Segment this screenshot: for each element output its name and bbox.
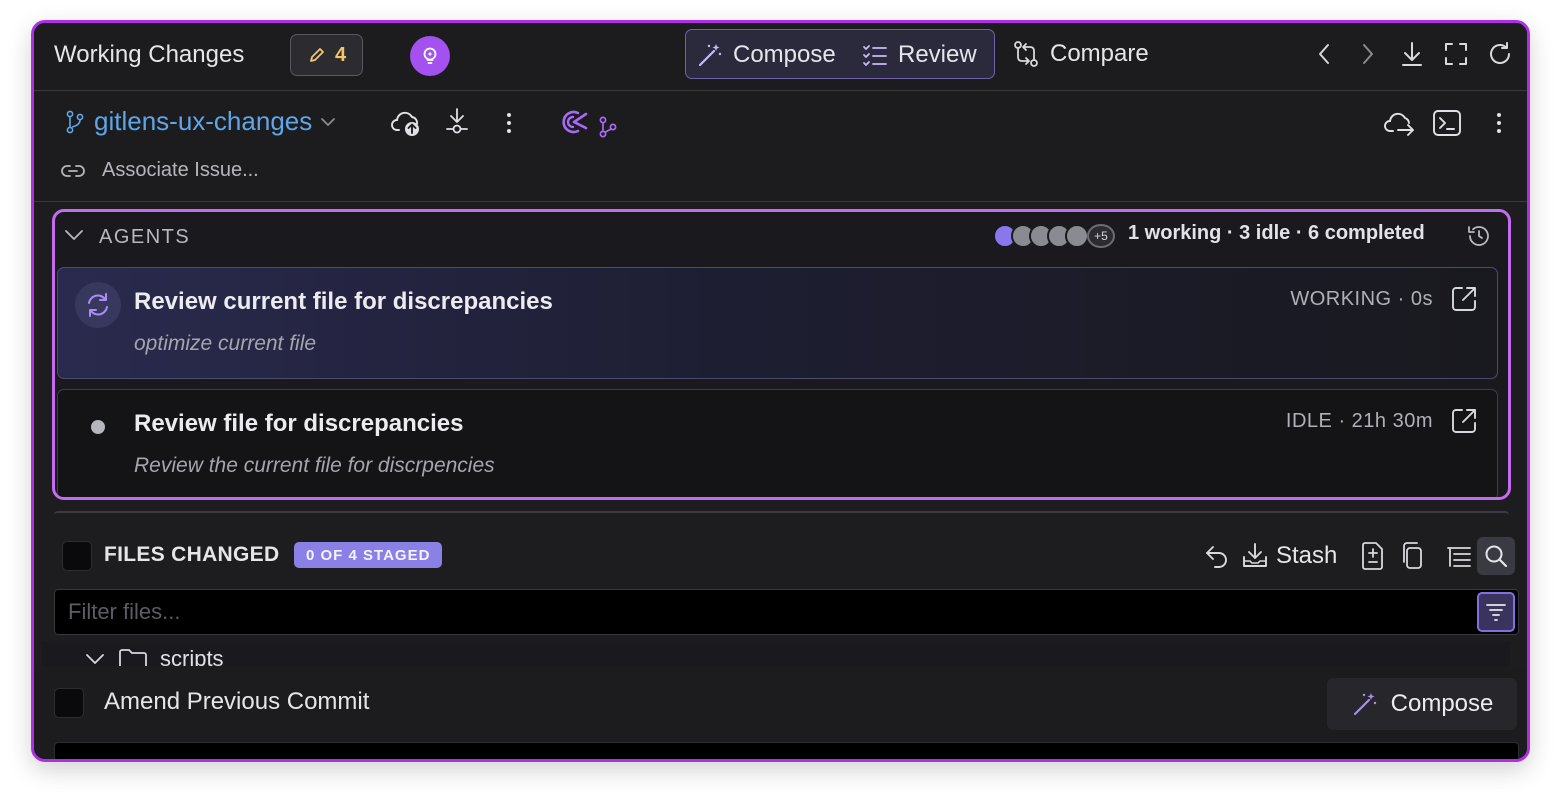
agents-panel: AGENTS +5 1 working · 3 idle · 6 complet… [52, 209, 1511, 500]
agents-header[interactable]: AGENTS +5 1 working · 3 idle · 6 complet… [55, 212, 1508, 264]
stash-button[interactable]: Stash [1240, 539, 1337, 573]
staged-badge: 0 OF 4 STAGED [294, 542, 443, 568]
changes-count: 4 [334, 43, 347, 66]
commit-footer: Amend Previous Commit Compose [34, 666, 1527, 759]
branch-bar: gitlens-ux-changes Associate Issue... [34, 92, 1527, 202]
agent-status-summary: 1 working · 3 idle · 6 completed [1128, 222, 1425, 244]
mode-compare-tab[interactable]: Compare [1011, 29, 1149, 79]
agents-title: AGENTS [99, 226, 191, 248]
divider [54, 511, 1509, 519]
agent-row-working[interactable]: Review current file for discrepancies op… [57, 267, 1498, 379]
tree-folder-label: scripts [160, 646, 224, 666]
page-title: Working Changes [54, 41, 245, 68]
stage-all-checkbox[interactable] [62, 541, 92, 571]
cloud-share-icon[interactable] [1380, 106, 1420, 140]
chevron-down-icon[interactable] [63, 227, 85, 243]
pencil-icon [307, 45, 327, 65]
compare-arrows-icon [1011, 39, 1041, 69]
terminal-icon[interactable] [1430, 106, 1464, 140]
mode-toggle-group: Compose Review [685, 29, 995, 79]
tree-folder-scripts[interactable]: scripts [84, 646, 224, 666]
copy-icon[interactable] [1398, 539, 1428, 573]
filter-files-field [54, 589, 1519, 635]
mode-review-tab[interactable]: Review [861, 30, 977, 80]
folder-icon [118, 647, 148, 666]
agent-avatars: +5 [993, 224, 1117, 248]
amend-commit-label: Amend Previous Commit [104, 688, 370, 715]
compose-button[interactable]: Compose [1327, 678, 1517, 730]
open-external-icon[interactable] [1449, 284, 1479, 314]
checklist-icon [861, 41, 889, 69]
ai-spark-button[interactable] [410, 36, 450, 76]
agent-subtitle: Review the current file for discrpencies [134, 454, 495, 477]
more-vertical-icon[interactable] [492, 106, 526, 140]
changes-count-badge[interactable]: 4 [290, 34, 363, 76]
agent-title: Review file for discrepancies [134, 410, 464, 437]
chevron-down-icon [320, 116, 336, 128]
mode-compose-tab[interactable]: Compose [696, 30, 836, 80]
undo-icon[interactable] [1202, 539, 1232, 573]
associate-issue-link[interactable]: Associate Issue... [60, 159, 259, 182]
agent-status: IDLE · 21h 30m [1285, 410, 1433, 432]
stash-icon [1240, 541, 1270, 571]
agent-status: WORKING · 0s [1290, 288, 1433, 310]
refresh-icon[interactable] [1487, 39, 1513, 69]
history-icon[interactable] [1466, 223, 1492, 249]
file-tree: scripts [42, 642, 1510, 666]
gitlens-window: Working Changes 4 Compose Review Compare… [31, 20, 1530, 762]
chevron-left-icon[interactable] [1311, 39, 1337, 69]
diff-file-icon[interactable] [1358, 539, 1388, 573]
files-changed-header: FILES CHANGED 0 OF 4 STAGED Stash [34, 523, 1527, 587]
avatar [1065, 224, 1089, 248]
lightbulb-spark-icon [419, 45, 441, 67]
avatar-overflow-count: +5 [1087, 224, 1115, 248]
header-nav-actions [1311, 39, 1513, 69]
idle-dot-icon [75, 404, 121, 450]
tree-view-icon[interactable] [1444, 539, 1474, 573]
filter-files-input[interactable] [55, 590, 1465, 634]
magic-wand-icon [696, 41, 724, 69]
gitlens-graph-icon[interactable] [556, 106, 620, 140]
agent-subtitle: optimize current file [134, 332, 317, 355]
chevron-down-icon [84, 651, 106, 666]
filter-options-button[interactable] [1477, 592, 1515, 632]
agent-row-idle[interactable]: Review file for discrepancies Review the… [57, 389, 1498, 497]
filter-lines-icon [1485, 602, 1507, 622]
chevron-right-icon[interactable] [1355, 39, 1381, 69]
files-changed-title: FILES CHANGED [104, 543, 280, 566]
commit-message-box[interactable] [54, 742, 1519, 759]
branch-selector[interactable]: gitlens-ux-changes [64, 106, 336, 137]
cloud-upload-icon[interactable] [390, 106, 424, 140]
search-button[interactable] [1477, 537, 1515, 575]
top-bar: Working Changes 4 Compose Review Compare [34, 23, 1527, 91]
pull-icon[interactable] [440, 106, 474, 140]
fullscreen-icon[interactable] [1443, 39, 1469, 69]
more-vertical-icon[interactable] [1482, 106, 1516, 140]
link-icon [60, 163, 86, 179]
branch-name: gitlens-ux-changes [94, 106, 313, 136]
sync-spinner-icon [75, 282, 121, 328]
download-icon[interactable] [1399, 39, 1425, 69]
open-external-icon[interactable] [1449, 406, 1479, 436]
agent-title: Review current file for discrepancies [134, 288, 553, 315]
magic-wand-icon [1351, 690, 1379, 718]
search-icon [1483, 543, 1509, 569]
git-branch-icon [64, 109, 86, 135]
amend-commit-checkbox[interactable] [54, 688, 84, 718]
